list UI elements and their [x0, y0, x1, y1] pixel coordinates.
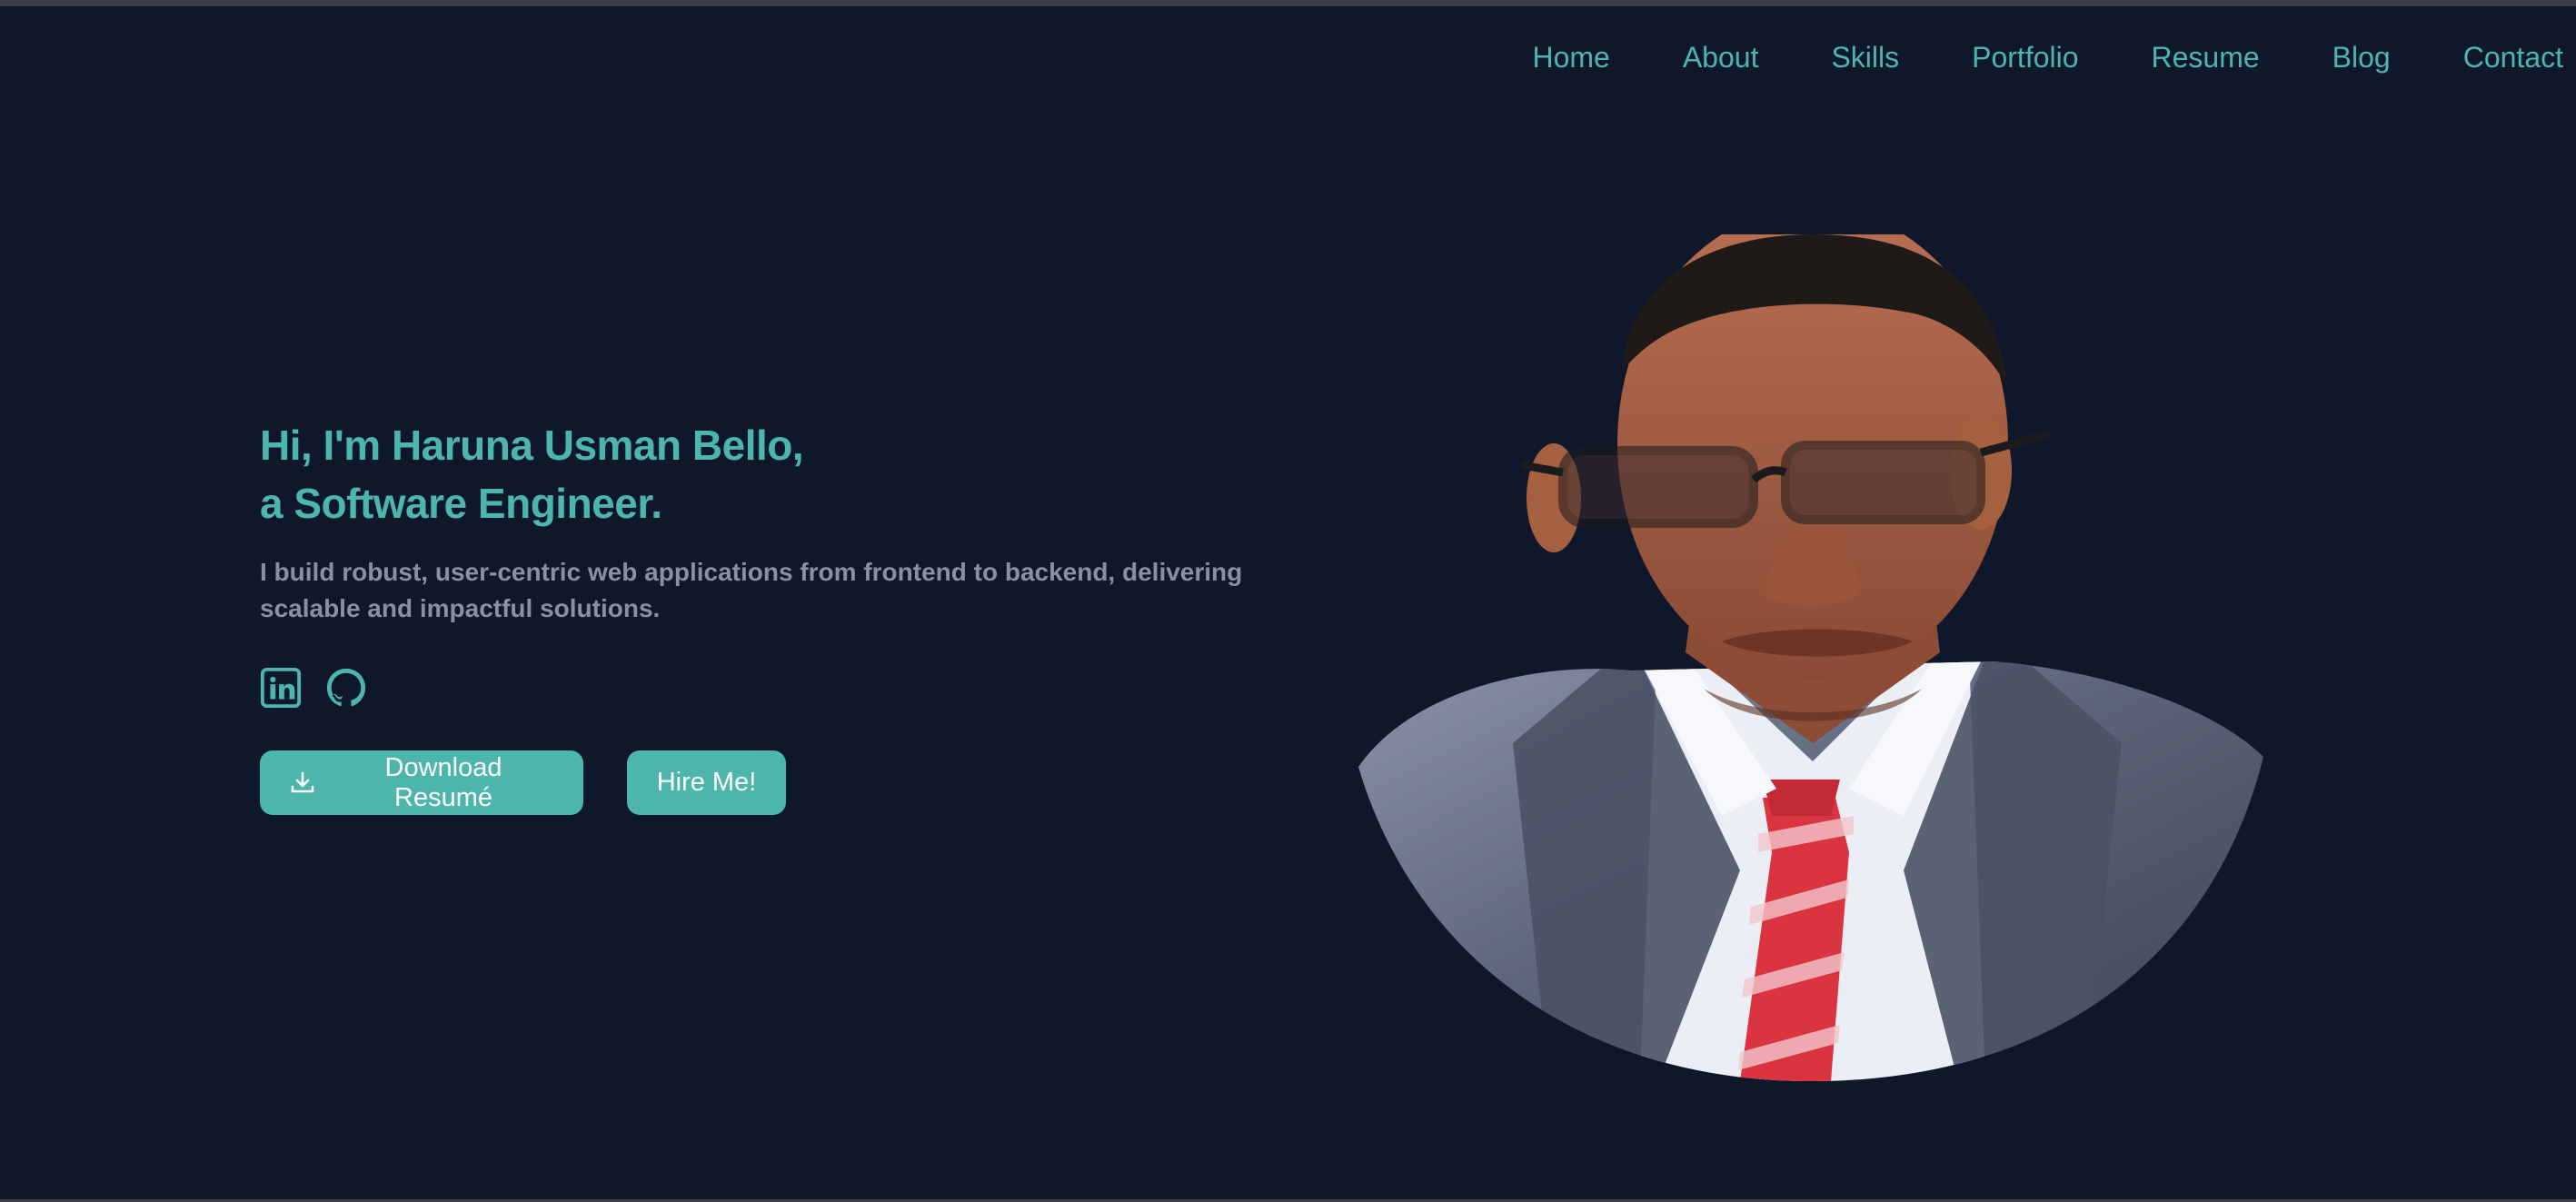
nav-home[interactable]: Home — [1532, 35, 1609, 80]
page: Home About Skills Portfolio Resume Blog … — [0, 0, 2576, 1202]
nav-about[interactable]: About — [1683, 35, 1759, 80]
download-icon — [289, 770, 316, 797]
download-resume-button[interactable]: Download Resumé — [260, 750, 583, 815]
nav-skills[interactable]: Skills — [1831, 35, 1899, 80]
hire-me-button[interactable]: Hire Me! — [627, 750, 786, 815]
hero-tagline: I build robust, user-centric web applica… — [260, 558, 1243, 622]
linkedin-icon[interactable] — [260, 667, 302, 709]
headline-line-2: a Software Engineer. — [260, 480, 662, 527]
nav-portfolio[interactable]: Portfolio — [1972, 35, 2078, 80]
download-resume-label: Download Resumé — [384, 752, 502, 812]
nav-blog[interactable]: Blog — [2332, 35, 2391, 80]
headline-line-1: Hi, I'm Haruna Usman Bello, — [260, 422, 804, 469]
window-top-border — [0, 0, 2576, 6]
profile-photo — [1358, 234, 2263, 1081]
nav-resume[interactable]: Resume — [2152, 35, 2260, 80]
hero-intro: Hi, I'm Haruna Usman Bello, a Software E… — [260, 416, 1314, 815]
nav-contact[interactable]: Contact — [2463, 35, 2563, 80]
social-links — [260, 667, 1314, 709]
main-nav: Home About Skills Portfolio Resume Blog … — [1532, 35, 2563, 80]
github-icon[interactable] — [325, 667, 367, 709]
hero-actions: Download Resumé Hire Me! — [260, 750, 1314, 815]
hero-headline: Hi, I'm Haruna Usman Bello, a Software E… — [260, 416, 1314, 532]
